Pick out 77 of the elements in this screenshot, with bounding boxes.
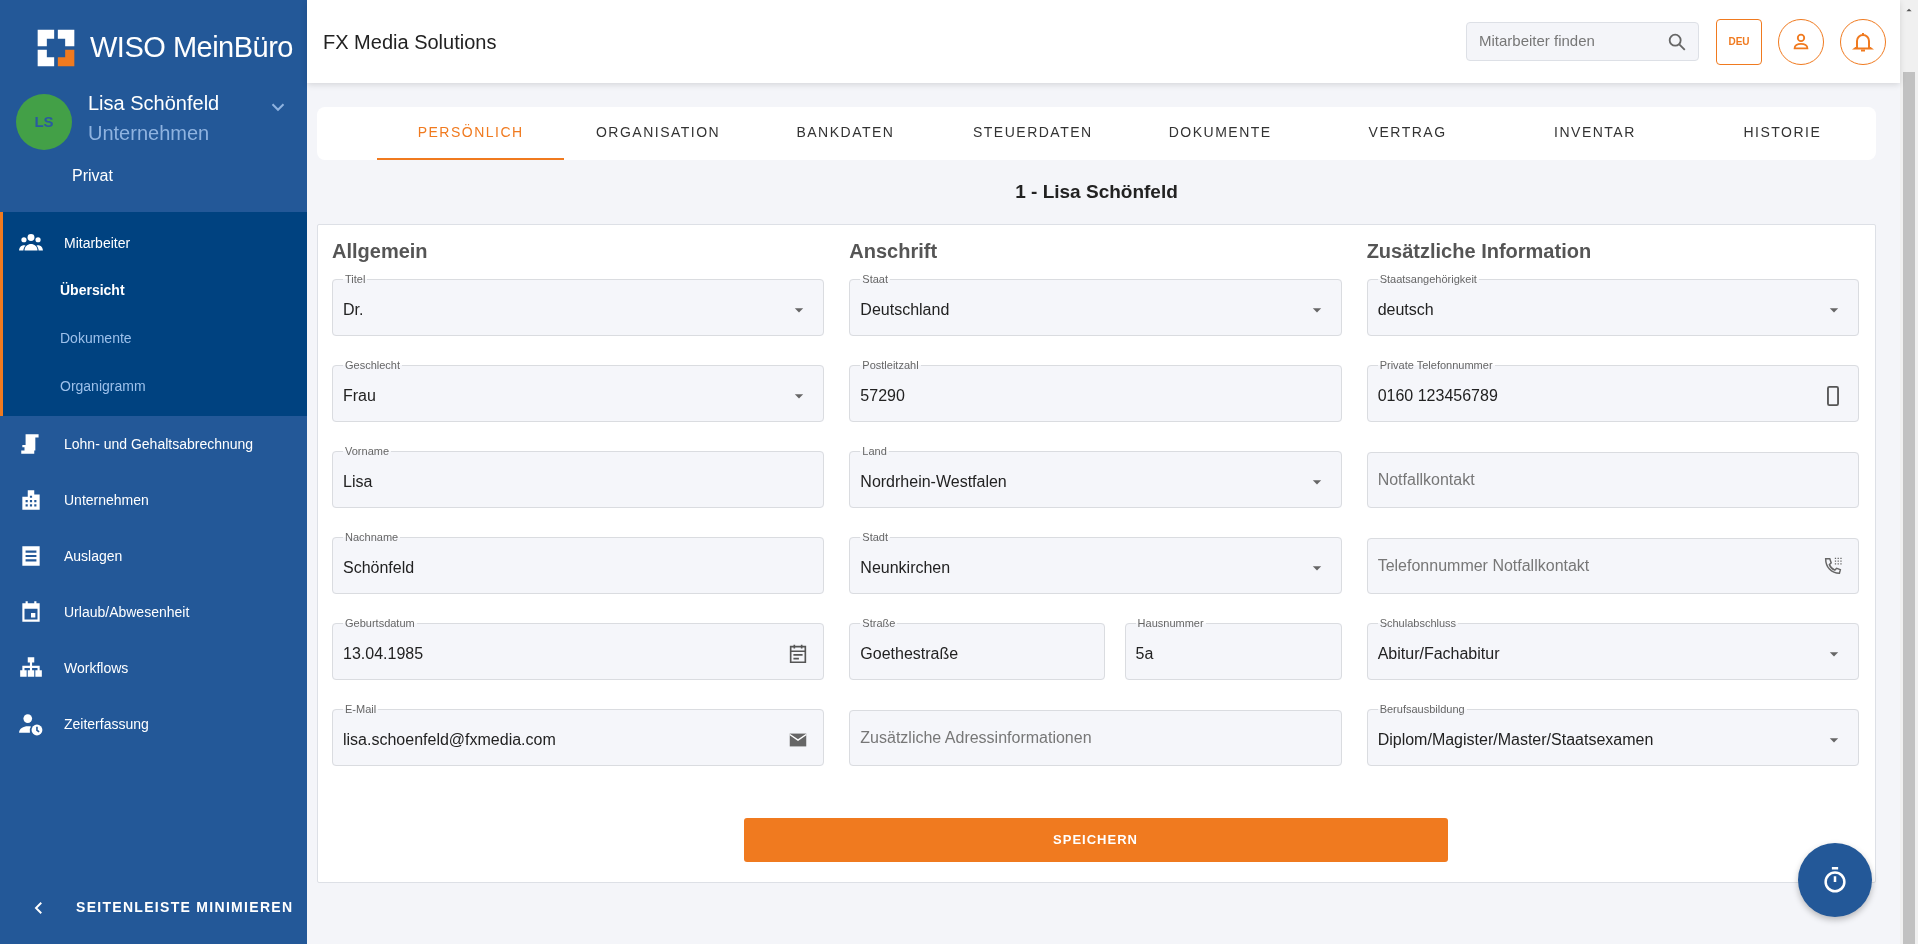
tab[interactable]: BANKDATEN xyxy=(751,107,940,160)
dropdown-field[interactable]: Staatsangehörigkeit deutsch xyxy=(1366,272,1859,336)
input-field[interactable]: Notfallkontakt xyxy=(1366,451,1859,508)
logo-text: WISO MeinBüro xyxy=(90,30,293,66)
field-label: Stadt xyxy=(861,530,889,544)
section-heading: Anschrift xyxy=(849,238,939,263)
field-label: Berufsausbildung xyxy=(1378,702,1466,716)
profile-button[interactable] xyxy=(1778,18,1824,65)
nav-label: Workflows xyxy=(64,658,129,678)
dropdown-field[interactable]: Stadt Neunkirchen xyxy=(849,530,1342,594)
nav-item[interactable]: Mitarbeiter xyxy=(3,220,307,266)
field-label: Nachname xyxy=(344,530,400,544)
scroll-up-icon[interactable] xyxy=(1905,6,1913,14)
field-label: Schulabschluss xyxy=(1378,616,1458,630)
employee-title: 1 - Lisa Schönfeld xyxy=(1014,180,1179,204)
minimize-label: SEITENLEISTE MINIMIEREN xyxy=(76,898,294,917)
input-field[interactable]: Nachname Schönfeld xyxy=(332,530,825,594)
input-field[interactable]: Straße Goethestraße xyxy=(849,616,1105,680)
dropdown-field[interactable]: Land Nordrhein-Westfalen xyxy=(849,444,1342,508)
account-option[interactable]: Privat xyxy=(0,150,307,212)
nav-label: Zeiterfassung xyxy=(64,714,149,734)
field-label: Postleitzahl xyxy=(861,358,920,372)
search-field[interactable]: Mitarbeiter finden xyxy=(1466,22,1699,61)
nav-subitem[interactable]: Dokumente xyxy=(3,314,307,362)
field-label: Geschlecht xyxy=(344,358,402,372)
nav-item[interactable]: Zeiterfassung xyxy=(0,696,307,752)
nav-label: Mitarbeiter xyxy=(64,233,131,253)
input-field[interactable]: Zusätzliche Adressinformationen xyxy=(849,709,1342,766)
nav-label: Unternehmen xyxy=(64,490,149,510)
nav-item[interactable]: Workflows xyxy=(0,640,307,696)
nav-label: Auslagen xyxy=(64,546,123,566)
nav-subitem[interactable]: Organigramm xyxy=(3,362,307,410)
notifications-button[interactable] xyxy=(1840,18,1886,65)
input-field[interactable]: E-Mail lisa.schoenfeld@fxmedia.com xyxy=(332,702,825,766)
field-label: Private Telefonnummer xyxy=(1378,358,1494,372)
tab[interactable]: VERTRAG xyxy=(1313,107,1502,160)
field-label: Hausnummer xyxy=(1136,616,1205,630)
dropdown-field[interactable]: Staat Deutschland xyxy=(849,272,1342,336)
person-clock-icon xyxy=(18,711,44,737)
nav-item[interactable]: Lohn- und Gehaltsabrechnung xyxy=(0,416,307,472)
tab[interactable]: ORGANISATION xyxy=(564,107,752,160)
tab[interactable]: HISTORIE xyxy=(1688,107,1876,160)
nav-label: Urlaub/Abwesenheit xyxy=(64,602,190,622)
input-field[interactable]: Hausnummer 5a xyxy=(1124,616,1342,680)
tab[interactable]: DOKUMENTE xyxy=(1126,107,1314,160)
account-context: Unternehmen xyxy=(88,121,211,146)
dropdown-field[interactable]: Berufsausbildung Diplom/Magister/Master/Staatsexamen xyxy=(1366,702,1859,766)
field-label: E-Mail xyxy=(344,702,378,716)
dropdown-field[interactable]: Geschlecht Frau xyxy=(332,358,825,422)
field-label: Land xyxy=(861,444,888,458)
field-label: Staat xyxy=(861,272,889,286)
nav-subitem[interactable]: Übersicht xyxy=(3,266,307,314)
tab[interactable]: STEUERDATEN xyxy=(939,107,1127,160)
user-name: Lisa Schönfeld xyxy=(88,91,221,116)
field-label: Vorname xyxy=(344,444,391,458)
user-avatar: LS xyxy=(16,94,72,150)
input-field[interactable]: Vorname Lisa xyxy=(332,444,825,508)
field-label: Titel xyxy=(344,272,367,286)
nav-item[interactable]: Auslagen xyxy=(0,528,307,584)
nav-item[interactable]: Unternehmen xyxy=(0,472,307,528)
minimize-sidebar-link[interactable]: SEITENLEISTE MINIMIEREN xyxy=(0,897,307,944)
dropdown-field[interactable]: Titel Dr. xyxy=(332,272,825,336)
section-heading: Zusätzliche Information xyxy=(1366,238,1593,263)
input-field[interactable]: Geburtsdatum 13.04.1985 xyxy=(332,616,825,680)
field-label: Straße xyxy=(861,616,897,630)
dropdown-field[interactable]: Schulabschluss Abitur/Fachabitur xyxy=(1366,616,1859,680)
tab[interactable]: INVENTAR xyxy=(1501,107,1689,160)
field-label: Geburtsdatum xyxy=(344,616,416,630)
company-title: FX Media Solutions xyxy=(323,29,497,55)
input-field[interactable]: Postleitzahl 57290 xyxy=(849,358,1342,422)
timer-button[interactable] xyxy=(1798,843,1872,917)
input-field[interactable]: Telefonnummer Notfallkontakt xyxy=(1366,537,1859,594)
nav-label: Lohn- und Gehaltsabrechnung xyxy=(64,434,254,454)
field-label: Staatsangehörigkeit xyxy=(1378,272,1478,286)
nav-item[interactable]: Urlaub/Abwesenheit xyxy=(0,584,307,640)
section-heading: Allgemein xyxy=(332,238,429,263)
input-field[interactable]: Private Telefonnummer 0160 123456789 xyxy=(1366,358,1859,422)
